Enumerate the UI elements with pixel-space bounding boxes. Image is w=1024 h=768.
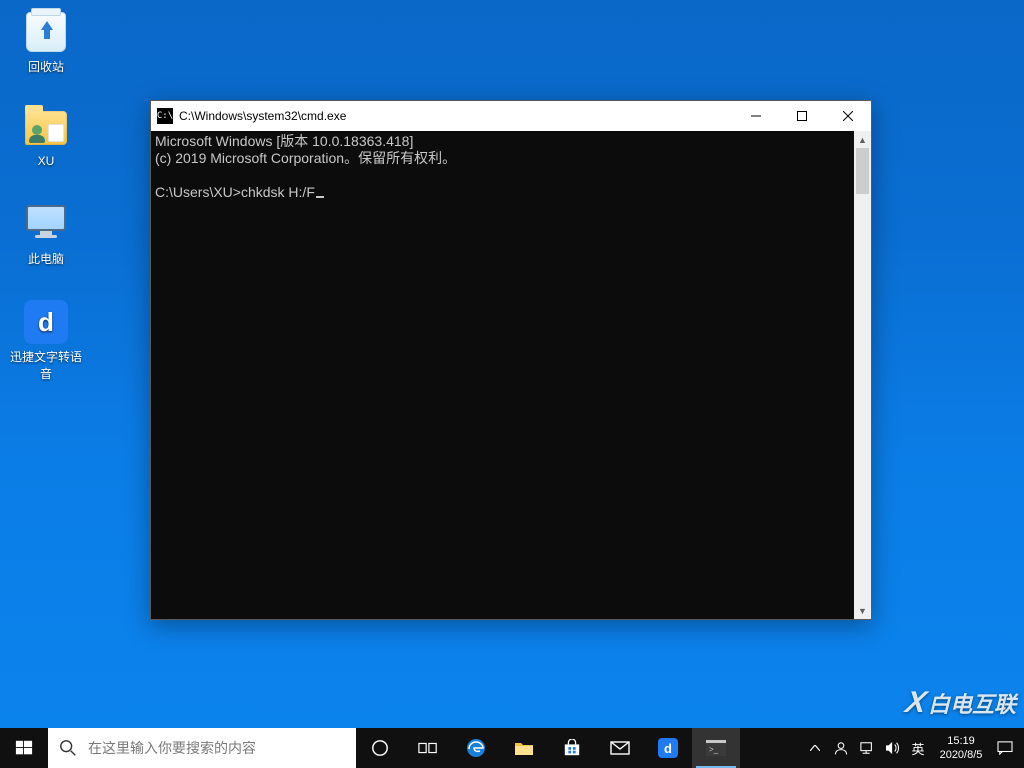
desktop[interactable]: 回收站 XU 此电脑 d 迅捷文字转语 音 X白电互联 C:\ C:\Windo… [0, 0, 1024, 768]
windows-logo-icon [14, 738, 34, 758]
close-button[interactable] [825, 101, 871, 131]
cursor-icon [316, 196, 324, 198]
vertical-scrollbar[interactable]: ▲ ▼ [854, 131, 871, 619]
file-explorer-icon [514, 738, 534, 758]
system-tray: 英 15:19 2020/8/5 [802, 728, 1024, 768]
window-title: C:\Windows\system32\cmd.exe [179, 109, 733, 123]
console-output[interactable]: Microsoft Windows [版本 10.0.18363.418] (c… [151, 131, 854, 619]
desktop-icon-label: XU [8, 154, 84, 168]
edge-icon [466, 738, 486, 758]
desktop-icon-this-pc[interactable]: 此电脑 [8, 200, 84, 267]
cmd-window[interactable]: C:\ C:\Windows\system32\cmd.exe Microsof… [150, 100, 872, 620]
console-line: Microsoft Windows [版本 10.0.18363.418] [155, 133, 413, 149]
desktop-icon-label: 回收站 [8, 58, 84, 75]
scroll-up-button[interactable]: ▲ [854, 131, 871, 148]
scroll-thumb[interactable] [856, 148, 869, 194]
watermark: X白电互联 [906, 686, 1016, 720]
search-icon [48, 739, 88, 757]
tray-volume-icon[interactable] [880, 741, 906, 755]
store-icon [562, 738, 582, 758]
cmd-icon: C:\ [157, 108, 173, 124]
clock-time: 15:19 [930, 734, 992, 748]
tray-network-icon[interactable] [854, 741, 880, 755]
taskbar-search[interactable] [48, 728, 356, 768]
console-line: (c) 2019 Microsoft Corporation。保留所有权利。 [155, 150, 456, 166]
scroll-track[interactable] [854, 148, 871, 602]
task-view-button[interactable] [404, 728, 452, 768]
desktop-icon-label: 迅捷文字转语 音 [8, 348, 84, 382]
xunjie-app-icon: d [24, 300, 68, 344]
search-input[interactable] [88, 728, 356, 768]
clock-date: 2020/8/5 [930, 748, 992, 762]
taskbar-app-explorer[interactable] [500, 728, 548, 768]
scroll-down-button[interactable]: ▼ [854, 602, 871, 619]
console-prompt: C:\Users\XU> [155, 184, 241, 200]
desktop-icon-recycle-bin[interactable]: 回收站 [8, 8, 84, 75]
tray-people-icon[interactable] [828, 740, 854, 756]
recycle-bin-icon [26, 12, 66, 52]
taskbar-app-mail[interactable] [596, 728, 644, 768]
tray-overflow-button[interactable] [802, 745, 828, 751]
taskbar-clock[interactable]: 15:19 2020/8/5 [930, 734, 992, 762]
taskbar-app-xunjie[interactable]: d [644, 728, 692, 768]
svg-text:>_: >_ [709, 745, 719, 754]
taskbar-app-cmd[interactable]: >_ [692, 728, 740, 768]
window-titlebar[interactable]: C:\ C:\Windows\system32\cmd.exe [151, 101, 871, 131]
action-center-button[interactable] [992, 741, 1018, 755]
start-button[interactable] [0, 728, 48, 768]
cortana-icon [370, 738, 390, 758]
desktop-icon-label: 此电脑 [8, 250, 84, 267]
folder-icon [25, 111, 67, 145]
desktop-icon-xu-folder[interactable]: XU [8, 104, 84, 168]
computer-icon [24, 205, 68, 243]
taskbar[interactable]: d >_ 英 15:19 2020/8/5 [0, 728, 1024, 768]
taskbar-app-edge[interactable] [452, 728, 500, 768]
minimize-button[interactable] [733, 101, 779, 131]
cmd-taskbar-icon: >_ [706, 738, 726, 758]
maximize-button[interactable] [779, 101, 825, 131]
taskbar-app-store[interactable] [548, 728, 596, 768]
mail-icon [610, 738, 630, 758]
task-view-icon [418, 738, 438, 758]
xunjie-taskbar-icon: d [658, 738, 678, 758]
console-input: chkdsk H:/F [241, 184, 315, 200]
desktop-icon-xunjie-tts[interactable]: d 迅捷文字转语 音 [8, 298, 84, 382]
ime-indicator[interactable]: 英 [906, 739, 930, 758]
cortana-button[interactable] [356, 728, 404, 768]
